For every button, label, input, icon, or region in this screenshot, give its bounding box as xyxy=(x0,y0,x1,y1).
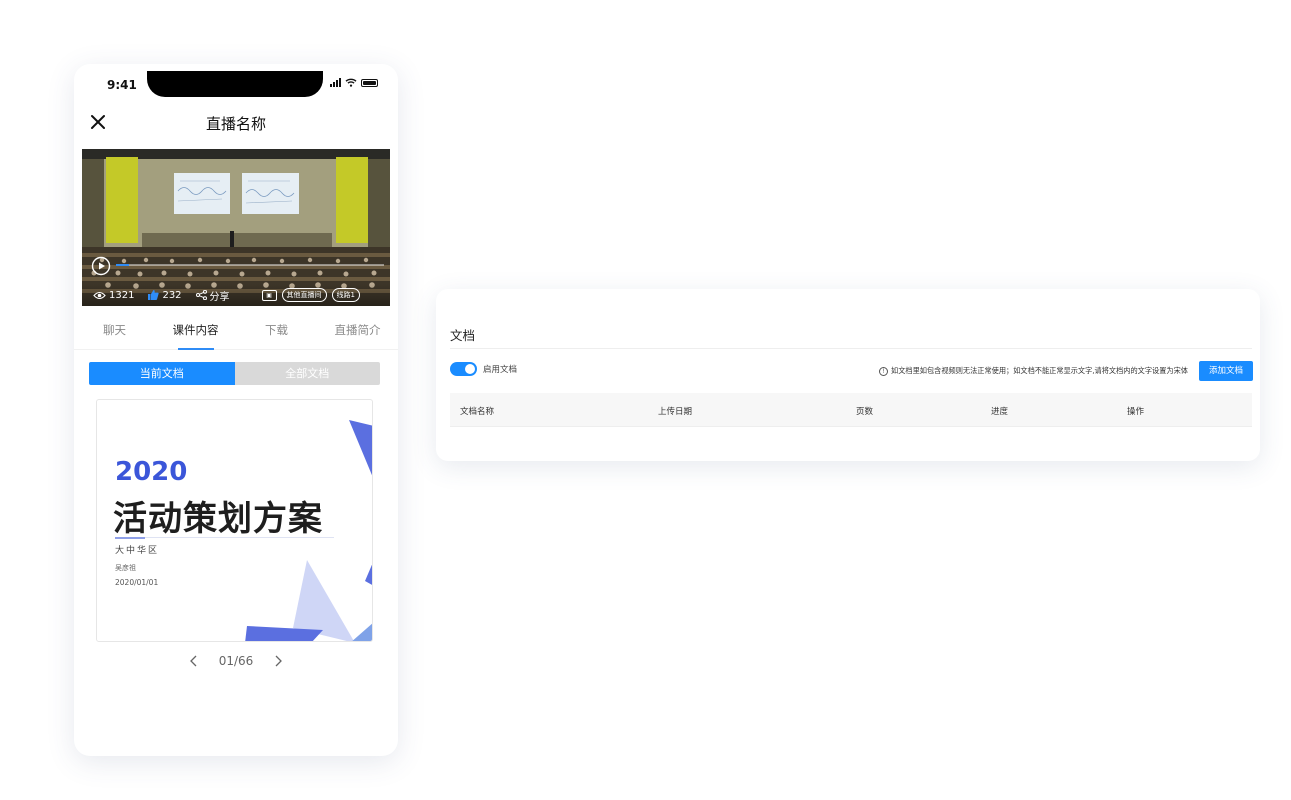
video-progress-fill xyxy=(116,264,130,266)
doc-notice: ! 如文档里如包含视频则无法正常使用；如文档不能正常显示文字,请将文档内的文字设… xyxy=(879,366,1188,376)
lecture-hall-image xyxy=(82,149,390,306)
share-label: 分享 xyxy=(209,291,230,303)
doc-table-header: 文档名称 上传日期 页数 进度 操作 xyxy=(450,393,1252,427)
signal-icon xyxy=(330,78,341,87)
content-tabs: 聊天 课件内容 下载 直播简介 xyxy=(74,314,398,350)
battery-icon xyxy=(361,78,378,87)
tab-courseware[interactable]: 课件内容 xyxy=(155,314,236,350)
panel-divider xyxy=(450,348,1252,349)
slide-divider-accent xyxy=(115,537,145,539)
column-doc-name[interactable]: 文档名称 xyxy=(460,405,494,417)
status-bar: 9:41 xyxy=(74,64,398,104)
slide-divider xyxy=(115,537,334,538)
slide-date: 2020/01/01 xyxy=(115,578,159,587)
page-title: 直播名称 xyxy=(205,115,266,133)
canvas: 9:41 直播名称 1321 232 分享 ▣ 其他直播间 线路1 聊天 课件内… xyxy=(0,0,1291,800)
panel-title: 文档 xyxy=(450,328,476,343)
thumbs-up-icon[interactable] xyxy=(148,290,160,300)
line-switch-button[interactable]: 线路1 xyxy=(331,288,361,302)
tab-download[interactable]: 下载 xyxy=(236,314,317,349)
nav-bar: 直播名称 xyxy=(74,108,398,138)
like-count[interactable]: 232 xyxy=(148,289,182,301)
video-player[interactable]: 1321 232 分享 ▣ 其他直播间 线路1 xyxy=(82,149,390,306)
chevron-left-icon[interactable] xyxy=(189,655,199,667)
column-upload-date[interactable]: 上传日期 xyxy=(658,405,692,417)
wifi-icon xyxy=(345,78,357,87)
share-button[interactable]: 分享 xyxy=(195,288,230,303)
doc-notice-text: 如文档里如包含视频则无法正常使用；如文档不能正常显示文字,请将文档内的文字设置为… xyxy=(891,366,1188,375)
column-actions[interactable]: 操作 xyxy=(1127,405,1144,417)
slide-author: 吴彦祖 xyxy=(115,564,136,572)
share-icon xyxy=(195,290,207,300)
other-live-room-button[interactable]: 其他直播间 xyxy=(281,288,327,302)
all-docs-button[interactable]: 全部文档 xyxy=(234,362,380,385)
play-icon[interactable] xyxy=(91,256,111,276)
chevron-right-icon[interactable] xyxy=(273,655,283,667)
slide-year: 2020 xyxy=(115,457,188,487)
phone-preview: 9:41 直播名称 1321 232 分享 ▣ 其他直播间 线路1 聊天 课件内… xyxy=(74,64,398,756)
enable-doc-toggle[interactable] xyxy=(450,362,477,376)
enable-doc-label: 启用文档 xyxy=(483,365,518,375)
status-time: 9:41 xyxy=(107,78,137,92)
current-doc-button[interactable]: 当前文档 xyxy=(89,362,235,385)
slide-pager: 01/66 xyxy=(74,654,398,668)
video-progress-track[interactable] xyxy=(116,264,384,266)
screen-cast-icon[interactable]: ▣ xyxy=(261,289,277,301)
slide-title: 活动策划方案 xyxy=(113,499,323,539)
video-control-bar: 1321 232 分享 ▣ 其他直播间 线路1 xyxy=(82,284,390,306)
column-pages[interactable]: 页数 xyxy=(856,405,873,417)
notch xyxy=(147,71,323,97)
slide-preview[interactable]: 2020 活动策划方案 大中华区 吴彦祖 2020/01/01 xyxy=(96,399,373,642)
info-icon: ! xyxy=(879,366,888,376)
document-settings-panel: 文档 启用文档 ! 如文档里如包含视频则无法正常使用；如文档不能正常显示文字,请… xyxy=(436,289,1260,461)
add-doc-button[interactable]: 添加文档 xyxy=(1199,361,1253,381)
slide-region: 大中华区 xyxy=(115,546,160,556)
view-count: 1321 xyxy=(93,290,134,301)
status-icons xyxy=(330,78,378,87)
view-count-value: 1321 xyxy=(109,289,135,301)
column-progress[interactable]: 进度 xyxy=(991,405,1008,417)
doc-segment-switch: 当前文档 全部文档 xyxy=(89,362,380,385)
page-indicator: 01/66 xyxy=(218,654,254,668)
like-count-value: 232 xyxy=(162,289,182,301)
eye-icon xyxy=(93,291,106,299)
tab-chat[interactable]: 聊天 xyxy=(74,314,155,349)
tab-live-intro[interactable]: 直播简介 xyxy=(317,314,398,349)
